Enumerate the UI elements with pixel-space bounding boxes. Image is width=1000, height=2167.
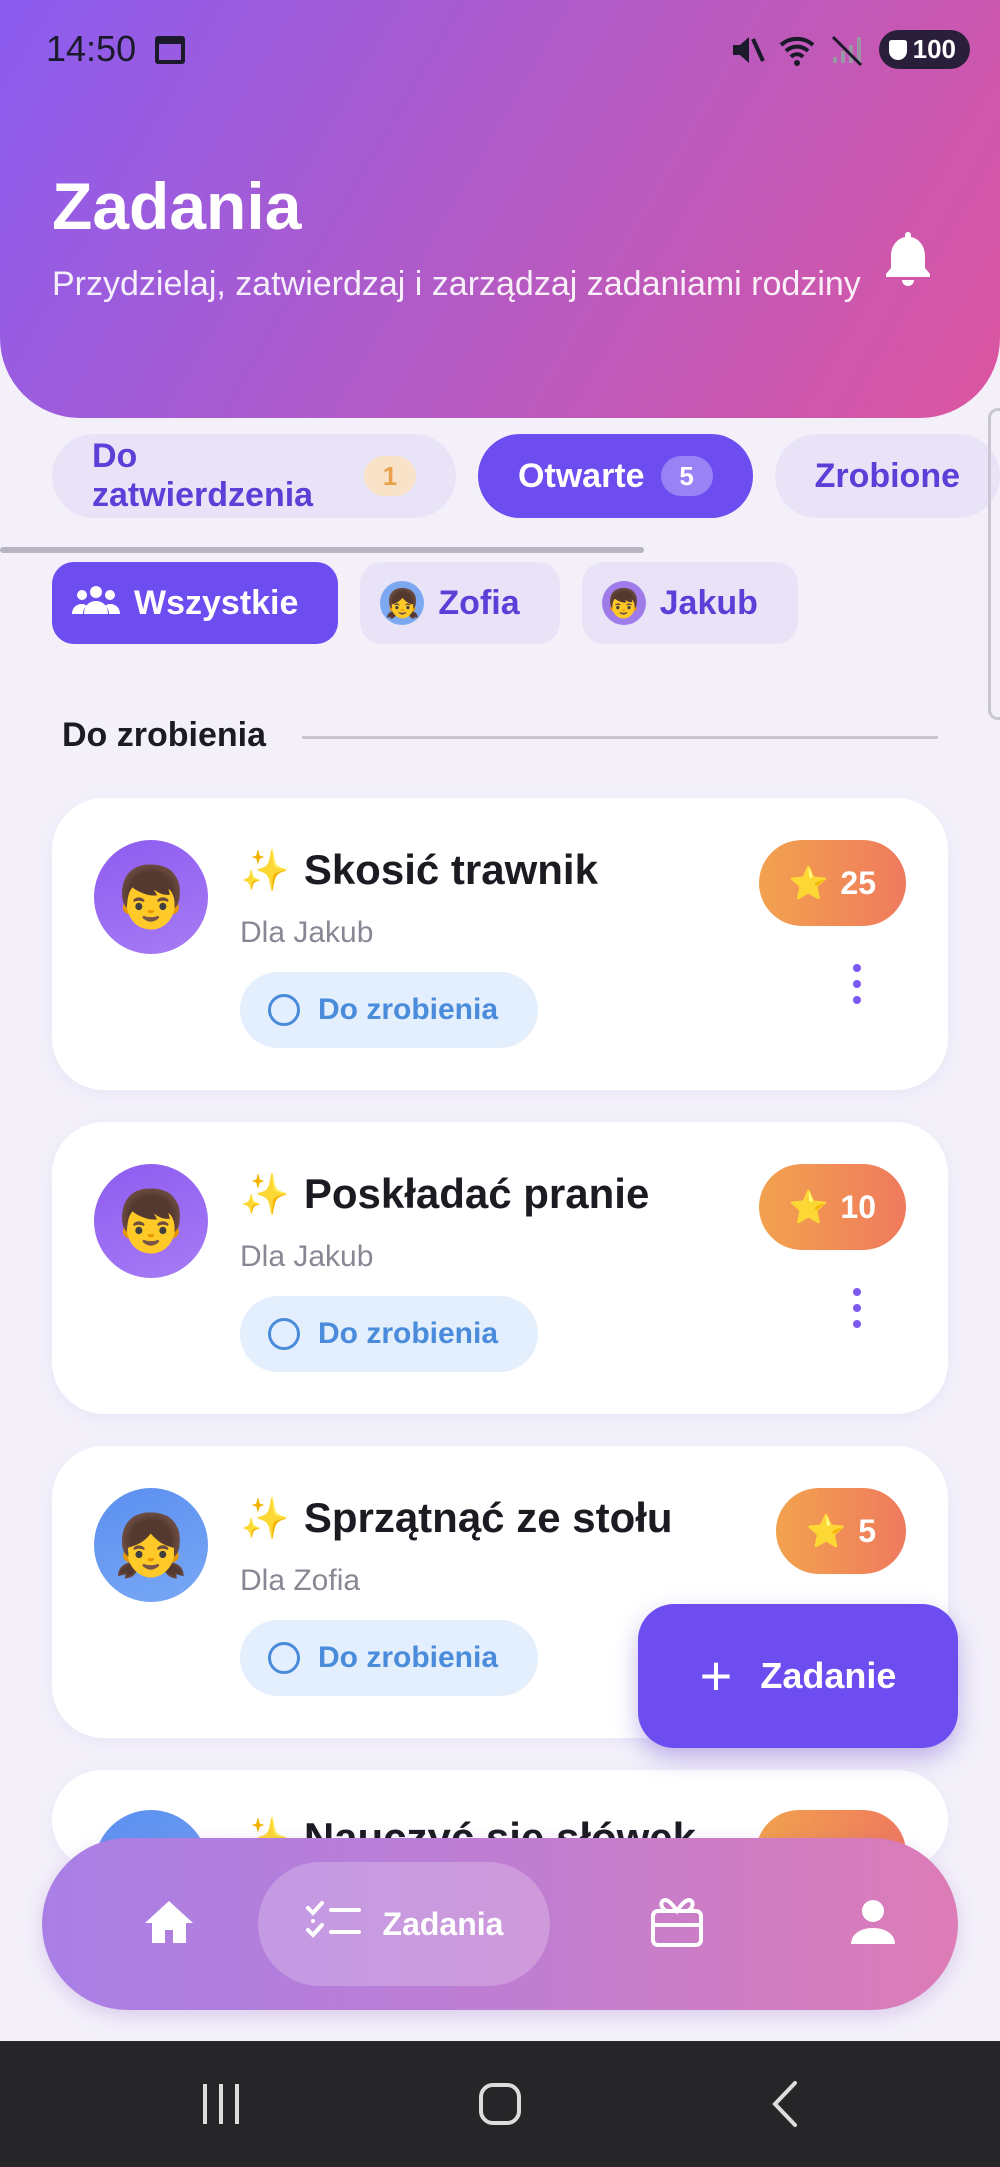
battery-indicator: 100 [878, 30, 970, 69]
tab-label: Zrobione [814, 456, 960, 495]
points-value: 25 [840, 864, 876, 901]
status-icons: 100 [729, 30, 970, 69]
header: 14:50 100 Zadania Przydzielaj, zatwierdz… [0, 0, 1000, 418]
points-value: 5 [858, 1512, 876, 1549]
points-badge: ⭐ 25 [758, 840, 906, 926]
avatar: 👧 [380, 581, 425, 625]
circle-icon [268, 1318, 300, 1350]
system-back-button[interactable] [764, 2071, 804, 2137]
system-nav-bar [0, 2041, 1000, 2167]
section-title: Do zrobienia [62, 716, 267, 754]
circle-icon [268, 994, 300, 1026]
status-bar: 14:50 100 [0, 0, 1000, 100]
tab-zrobione[interactable]: Zrobione [774, 434, 1000, 518]
tabs-scrollbar[interactable] [0, 547, 644, 553]
chip-label: Wszystkie [134, 583, 299, 622]
nav-rewards[interactable] [602, 1838, 752, 2010]
tab-count-badge: 1 [363, 456, 416, 496]
calendar-icon [155, 36, 185, 64]
task-title-text: Sprzątnąć ze stołu [303, 1494, 673, 1541]
star-icon: ⭐ [806, 1513, 847, 1549]
status-label: Do zrobienia [318, 993, 499, 1026]
sparkles-icon: ✨ [240, 848, 290, 893]
status-label: Do zrobienia [318, 1317, 499, 1350]
gift-icon [649, 1897, 705, 1952]
page-subtitle: Przydzielaj, zatwierdzaj i zarządzaj zad… [52, 265, 861, 303]
sparkles-icon: ✨ [240, 1496, 290, 1541]
nav-profile[interactable] [798, 1838, 948, 2010]
status-label: Do zrobienia [318, 1641, 499, 1674]
task-assignee: Dla Jakub [240, 916, 374, 949]
profile-icon [849, 1898, 897, 1951]
chip-label: Zofia [438, 583, 520, 622]
tab-count-badge: 5 [660, 456, 713, 496]
bottom-nav: Zadania [42, 1838, 958, 2010]
task-card[interactable]: 👦 ✨ Skosić trawnik Dla Jakub Do zrobieni… [52, 798, 948, 1090]
section-divider [302, 736, 938, 739]
bell-icon[interactable] [880, 228, 936, 288]
member-filter: Wszystkie 👧 Zofia 👦 Jakub [52, 562, 798, 644]
chip-jakub[interactable]: 👦 Jakub [581, 562, 798, 644]
battery-level: 100 [912, 34, 956, 64]
wifi-icon [779, 33, 815, 67]
points-value: 10 [840, 1188, 876, 1225]
tab-label: Otwarte [517, 456, 645, 495]
nav-home[interactable] [94, 1838, 244, 2010]
chip-label: Jakub [659, 583, 758, 622]
signal-off-icon [829, 33, 865, 67]
page-title: Zadania [52, 169, 302, 243]
task-title-text: Poskładać pranie [303, 1170, 650, 1217]
task-assignee: Dla Jakub [240, 1240, 374, 1273]
task-title: ✨ Poskładać pranie [240, 1170, 649, 1218]
tasks-icon [305, 1900, 361, 1948]
tab-do-zatwierdzenia[interactable]: Do zatwierdzenia 1 [52, 434, 456, 518]
avatar: 👧 [94, 1488, 208, 1602]
more-options-icon[interactable] [852, 964, 862, 1004]
sparkles-icon: ✨ [240, 1172, 290, 1217]
star-icon: ⭐ [788, 865, 829, 901]
points-badge: ⭐ 5 [776, 1488, 906, 1574]
home-icon [143, 1899, 195, 1950]
status-badge: Do zrobienia [240, 1296, 539, 1372]
task-title: ✨ Sprzątnąć ze stołu [240, 1494, 673, 1542]
add-task-button[interactable]: + Zadanie [638, 1604, 958, 1748]
task-title: ✨ Skosić trawnik [240, 846, 598, 894]
mute-icon [729, 33, 765, 67]
task-card[interactable]: 👦 ✨ Poskładać pranie Dla Jakub Do zrobie… [52, 1122, 948, 1414]
system-home-button[interactable] [476, 2071, 524, 2137]
avatar: 👦 [94, 1164, 208, 1278]
status-time: 14:50 [46, 28, 137, 69]
nav-label: Zadania [382, 1905, 504, 1942]
status-badge: Do zrobienia [240, 1620, 539, 1696]
tab-otwarte[interactable]: Otwarte 5 [477, 434, 753, 518]
chip-zofia[interactable]: 👧 Zofia [360, 562, 560, 644]
avatar: 👦 [94, 840, 208, 954]
task-title-text: Skosić trawnik [303, 846, 598, 893]
plus-icon: + [699, 1644, 733, 1707]
recent-apps-button[interactable] [196, 2071, 246, 2137]
tab-label: Do zatwierdzenia [92, 437, 314, 514]
status-tabs: Do zatwierdzenia 1 Otwarte 5 Zrobione [52, 434, 1000, 518]
fab-label: Zadanie [760, 1655, 897, 1696]
task-assignee: Dla Zofia [240, 1564, 361, 1597]
chip-wszystkie[interactable]: Wszystkie [52, 562, 339, 644]
edge-panel-handle[interactable] [988, 408, 1000, 720]
shield-icon [888, 39, 907, 60]
avatar: 👦 [601, 581, 646, 625]
more-options-icon[interactable] [852, 1288, 862, 1328]
nav-tasks[interactable]: Zadania [258, 1862, 550, 1986]
circle-icon [268, 1642, 300, 1674]
star-icon: ⭐ [788, 1189, 829, 1225]
family-icon [72, 584, 120, 623]
status-badge: Do zrobienia [240, 972, 539, 1048]
points-badge: ⭐ 10 [758, 1164, 906, 1250]
